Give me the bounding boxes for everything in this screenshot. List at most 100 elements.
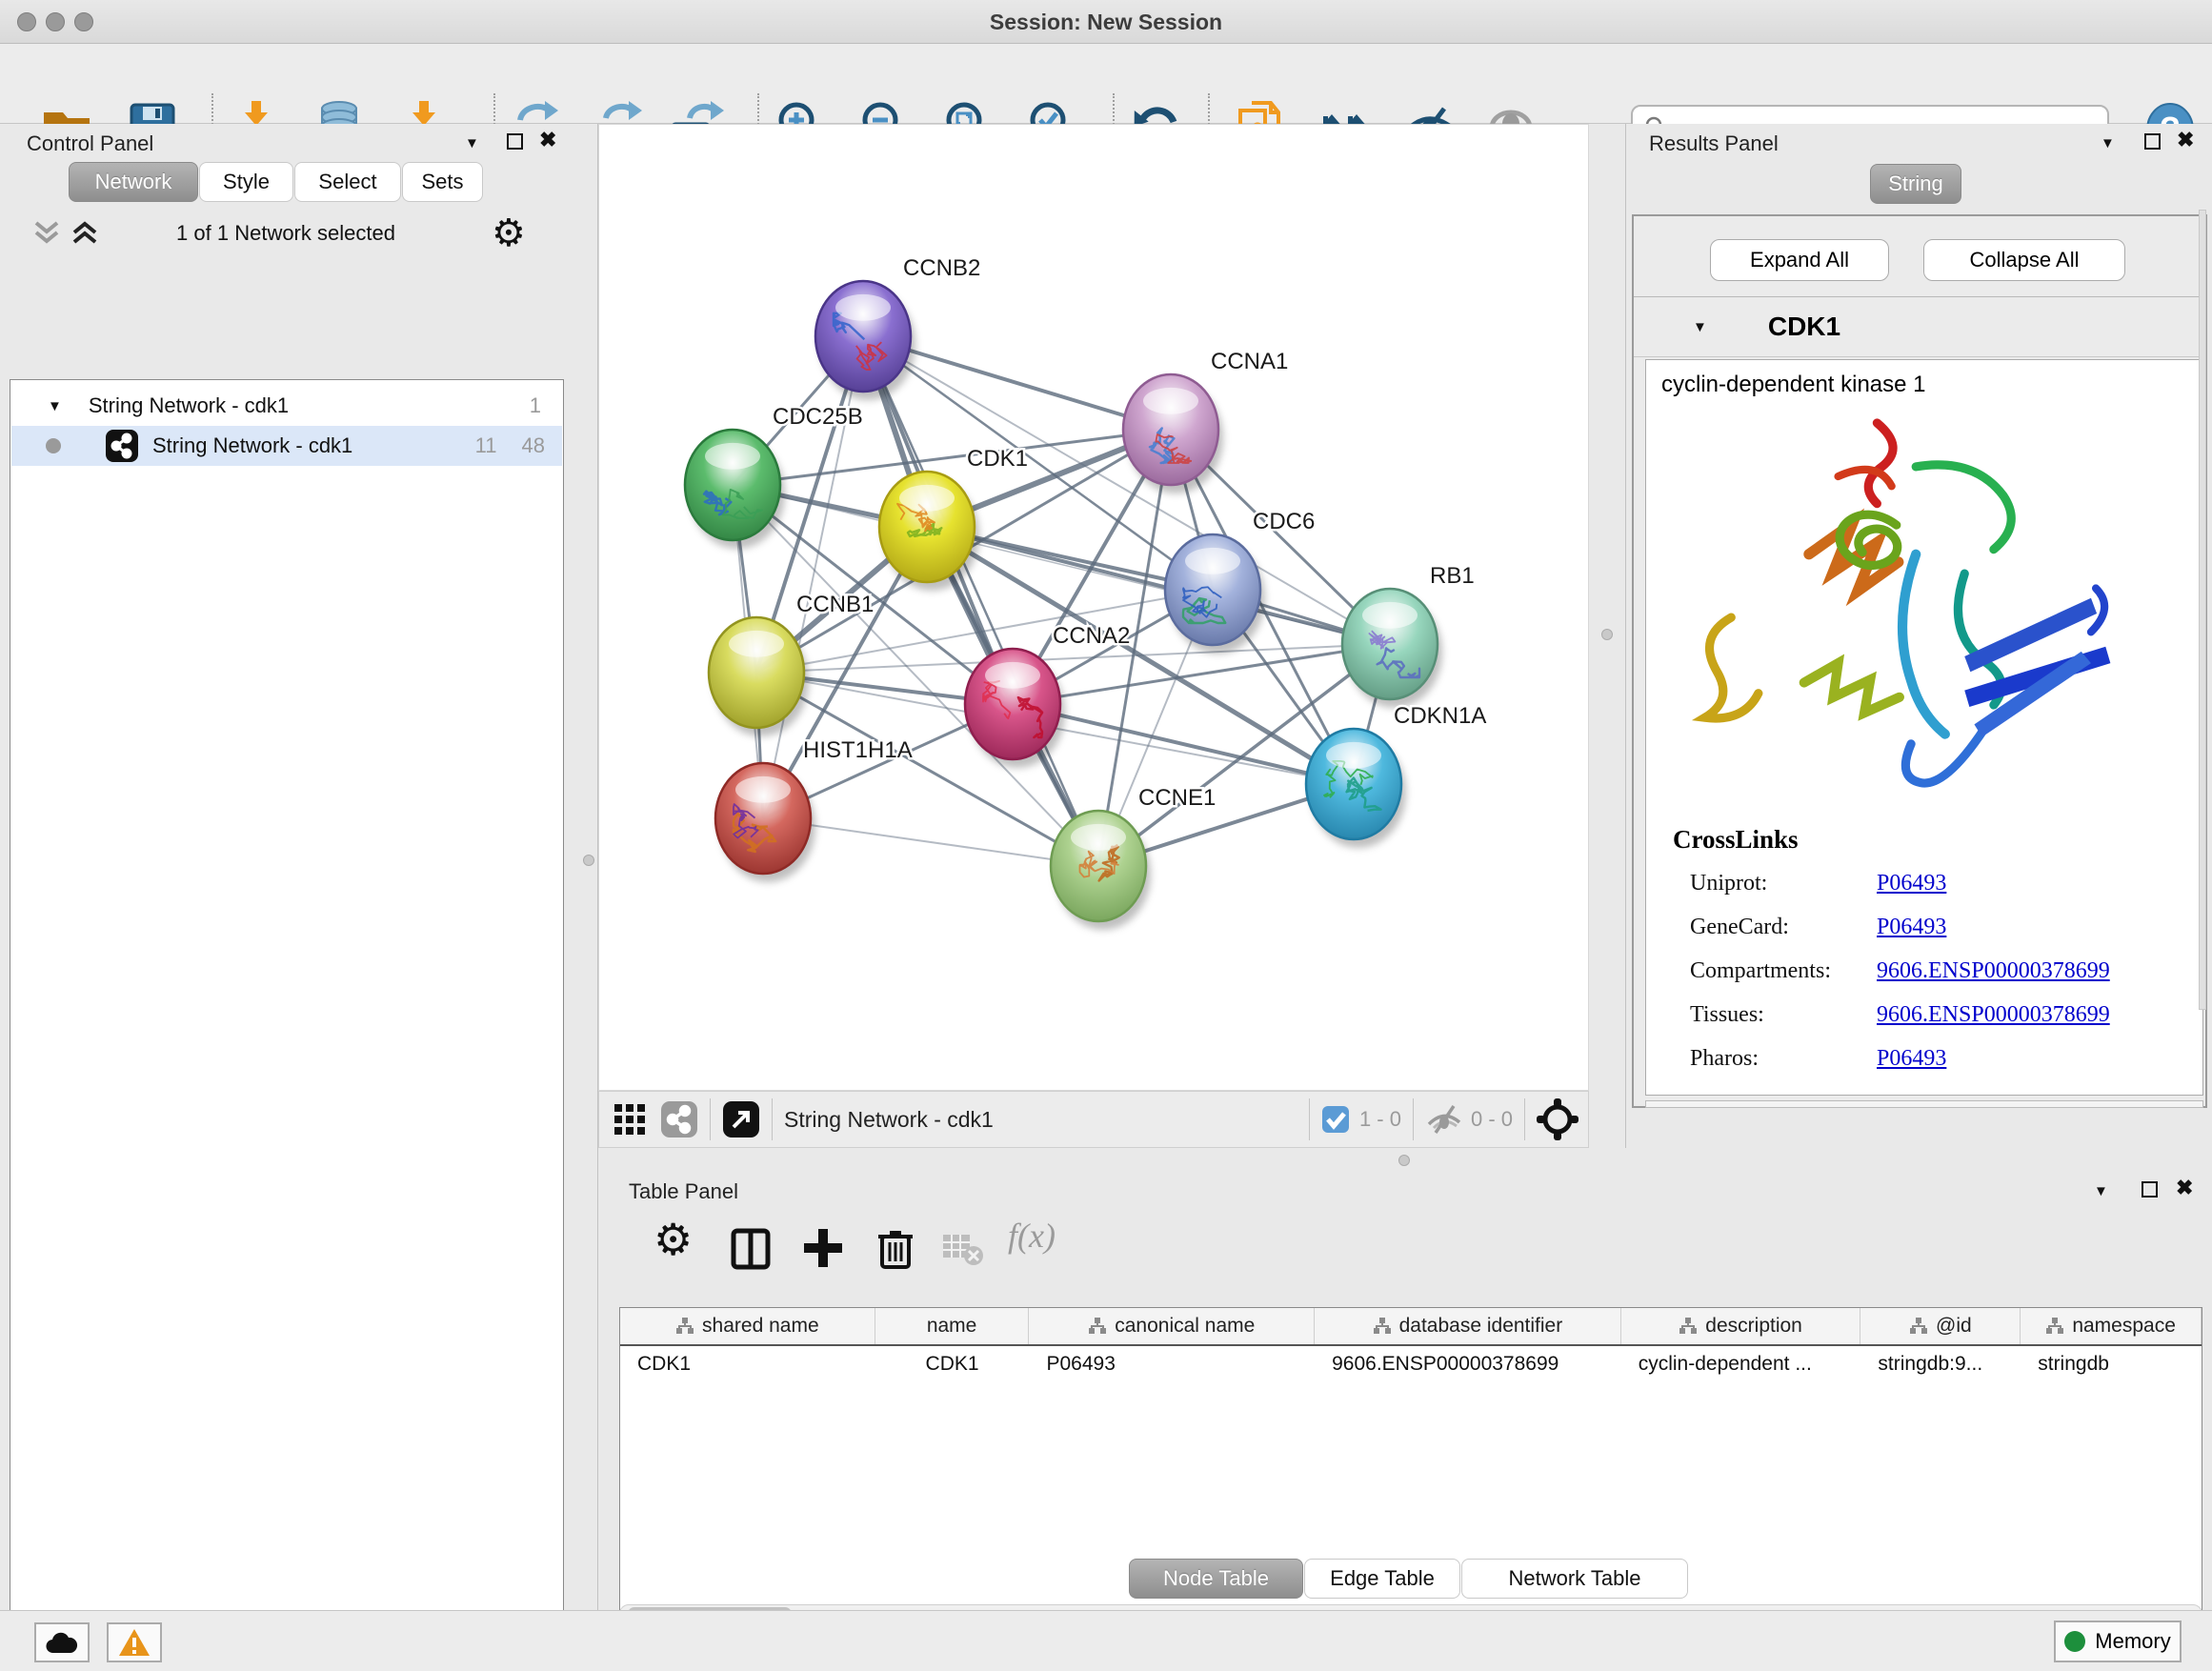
results-scrollbar[interactable] bbox=[2199, 210, 2206, 1010]
crosslink-label: Pharos: bbox=[1690, 1046, 1759, 1072]
control-panel-close-icon[interactable]: ✖ bbox=[539, 128, 556, 152]
table-cell: CDK1 bbox=[620, 1346, 875, 1384]
crosslink-link[interactable]: P06493 bbox=[1877, 915, 1946, 939]
column-header-label: database identifier bbox=[1399, 1315, 1563, 1338]
string-network-graph[interactable]: CCNB2CCNA1CDC25BCDK1CDC6RB1CCNB1CCNA2CDK… bbox=[599, 125, 1590, 1092]
open-in-window-icon[interactable] bbox=[722, 1100, 760, 1138]
tab-edge-table[interactable]: Edge Table bbox=[1304, 1559, 1460, 1599]
network-tree: ▼ String Network - cdk1 1 String Network… bbox=[10, 379, 564, 1671]
tab-network[interactable]: Network bbox=[69, 162, 198, 202]
table-cell: stringdb:9... bbox=[1860, 1346, 2021, 1384]
column-header-label: description bbox=[1705, 1315, 1802, 1338]
tab-node-table[interactable]: Node Table bbox=[1129, 1559, 1303, 1599]
column-header-databaseidentifier[interactable]: database identifier bbox=[1315, 1308, 1621, 1344]
tab-sets[interactable]: Sets bbox=[402, 162, 483, 202]
tab-select[interactable]: Select bbox=[294, 162, 401, 202]
node-CDKN1A[interactable] bbox=[1306, 729, 1406, 848]
node-label-CCNA2: CCNA2 bbox=[1053, 623, 1130, 649]
gene-expander-icon[interactable]: ▼ bbox=[1693, 319, 1707, 335]
table-row[interactable]: CDK1CDK1P064939606.ENSP00000378699cyclin… bbox=[620, 1346, 2202, 1384]
add-column-icon[interactable] bbox=[798, 1223, 848, 1273]
vertical-splitter[interactable] bbox=[1589, 124, 1625, 1148]
network-view-toolbar: String Network - cdk1 1 - 0 0 - 0 bbox=[598, 1091, 1589, 1148]
node-CDK1[interactable] bbox=[879, 472, 979, 591]
control-panel-menu-icon[interactable]: ▼ bbox=[465, 135, 479, 151]
network-share-icon[interactable] bbox=[660, 1100, 698, 1138]
results-panel-menu-icon[interactable]: ▼ bbox=[2101, 135, 2115, 151]
horizontal-splitter[interactable] bbox=[598, 1148, 2212, 1174]
node-CDC6[interactable] bbox=[1165, 534, 1265, 654]
left-splitter-handle[interactable] bbox=[583, 855, 594, 866]
next-section-strip bbox=[1645, 1100, 2203, 1108]
column-header-namespace[interactable]: namespace bbox=[2021, 1308, 2202, 1344]
node-RB1[interactable] bbox=[1342, 589, 1442, 708]
node-CCNA1[interactable] bbox=[1123, 374, 1223, 493]
node-CCNA2[interactable] bbox=[965, 649, 1065, 768]
delete-table-icon bbox=[937, 1223, 987, 1273]
protein-structure-image bbox=[1673, 408, 2140, 817]
network-options-gear-icon[interactable]: ⚙ bbox=[492, 211, 526, 255]
collection-expander-icon[interactable]: ▼ bbox=[48, 398, 62, 414]
network-collection-row[interactable]: ▼ String Network - cdk1 1 bbox=[11, 386, 562, 426]
memory-button[interactable]: Memory bbox=[2054, 1621, 2182, 1662]
string-results-container: Expand All Collapse All ▼ CDK1 cyclin-de… bbox=[1632, 214, 2207, 1108]
node-CCNB1[interactable] bbox=[709, 617, 809, 736]
column-header-description[interactable]: description bbox=[1621, 1308, 1861, 1344]
results-panel-title: Results Panel bbox=[1649, 131, 1779, 156]
crosslink-label: Compartments: bbox=[1690, 958, 1831, 984]
cloud-status-button[interactable] bbox=[34, 1622, 90, 1662]
collection-label: String Network - cdk1 bbox=[89, 393, 289, 418]
results-panel: Results Panel ▼ ✖ String Expand All Coll… bbox=[1625, 124, 2212, 1148]
warnings-button[interactable] bbox=[107, 1622, 162, 1662]
edge-CCNB2-CCNE1[interactable] bbox=[863, 336, 1098, 866]
column-header-name[interactable]: name bbox=[875, 1308, 1030, 1344]
memory-label: Memory bbox=[2095, 1629, 2170, 1654]
birds-eye-view-icon[interactable] bbox=[613, 1102, 647, 1137]
node-label-CDC25B: CDC25B bbox=[773, 404, 863, 430]
results-panel-float-icon[interactable] bbox=[2144, 133, 2161, 150]
fit-content-crosshair-icon[interactable] bbox=[1537, 1098, 1579, 1140]
control-panel-float-icon[interactable] bbox=[507, 133, 523, 150]
crosslink-link[interactable]: 9606.ENSP00000378699 bbox=[1877, 1002, 2110, 1027]
toolbar-separator bbox=[1413, 1098, 1414, 1140]
node-label-CCNB1: CCNB1 bbox=[796, 592, 874, 617]
column-header-canonicalname[interactable]: canonical name bbox=[1029, 1308, 1315, 1344]
title-bar: Session: New Session bbox=[0, 0, 2212, 44]
network-current-dot-icon bbox=[46, 438, 61, 453]
table-panel-float-icon[interactable] bbox=[2142, 1181, 2158, 1198]
show-columns-icon[interactable] bbox=[726, 1223, 775, 1273]
selected-node-edge-counts: 1 - 0 bbox=[1359, 1107, 1401, 1132]
node-CCNE1[interactable] bbox=[1051, 811, 1151, 930]
table-panel-menu-icon[interactable]: ▼ bbox=[2094, 1183, 2108, 1199]
network-node-count: 11 bbox=[475, 433, 497, 458]
results-panel-close-icon[interactable]: ✖ bbox=[2177, 128, 2194, 152]
tab-string[interactable]: String bbox=[1870, 164, 1961, 204]
node-CDC25B[interactable] bbox=[685, 430, 785, 549]
table-cell: P06493 bbox=[1029, 1346, 1315, 1384]
node-HIST1H1A[interactable] bbox=[715, 763, 815, 882]
table-cell: stringdb bbox=[2021, 1346, 2202, 1384]
crosslink-link[interactable]: 9606.ENSP00000378699 bbox=[1877, 958, 2110, 983]
delete-column-icon[interactable] bbox=[871, 1223, 920, 1273]
selected-checkbox-icon[interactable] bbox=[1321, 1105, 1350, 1134]
crosslink-link[interactable]: P06493 bbox=[1877, 871, 1946, 896]
gene-section-header[interactable]: ▼ CDK1 bbox=[1634, 296, 2205, 357]
network-row[interactable]: String Network - cdk1 11 48 bbox=[11, 426, 562, 466]
attribute-type-icon bbox=[2045, 1317, 2064, 1336]
node-CCNB2[interactable] bbox=[815, 281, 915, 400]
collapse-all-button[interactable]: Collapse All bbox=[1923, 239, 2125, 281]
table-options-gear-icon[interactable]: ⚙ bbox=[654, 1214, 693, 1265]
column-header-sharedname[interactable]: shared name bbox=[620, 1308, 875, 1344]
table-panel-close-icon[interactable]: ✖ bbox=[2176, 1176, 2193, 1200]
edge-CDK1-RB1[interactable] bbox=[927, 527, 1390, 644]
crosslink-label: Uniprot: bbox=[1690, 871, 1767, 896]
tab-network-table[interactable]: Network Table bbox=[1461, 1559, 1688, 1599]
expand-all-button[interactable]: Expand All bbox=[1710, 239, 1889, 281]
node-label-CCNB2: CCNB2 bbox=[903, 255, 980, 281]
attribute-type-icon bbox=[1373, 1317, 1392, 1336]
tab-style[interactable]: Style bbox=[199, 162, 293, 202]
crosslink-link[interactable]: P06493 bbox=[1877, 1046, 1946, 1071]
column-header-id[interactable]: @id bbox=[1860, 1308, 2021, 1344]
table-body: CDK1CDK1P064939606.ENSP00000378699cyclin… bbox=[620, 1346, 2202, 1384]
network-view-canvas[interactable]: CCNB2CCNA1CDC25BCDK1CDC6RB1CCNB1CCNA2CDK… bbox=[598, 124, 1589, 1091]
